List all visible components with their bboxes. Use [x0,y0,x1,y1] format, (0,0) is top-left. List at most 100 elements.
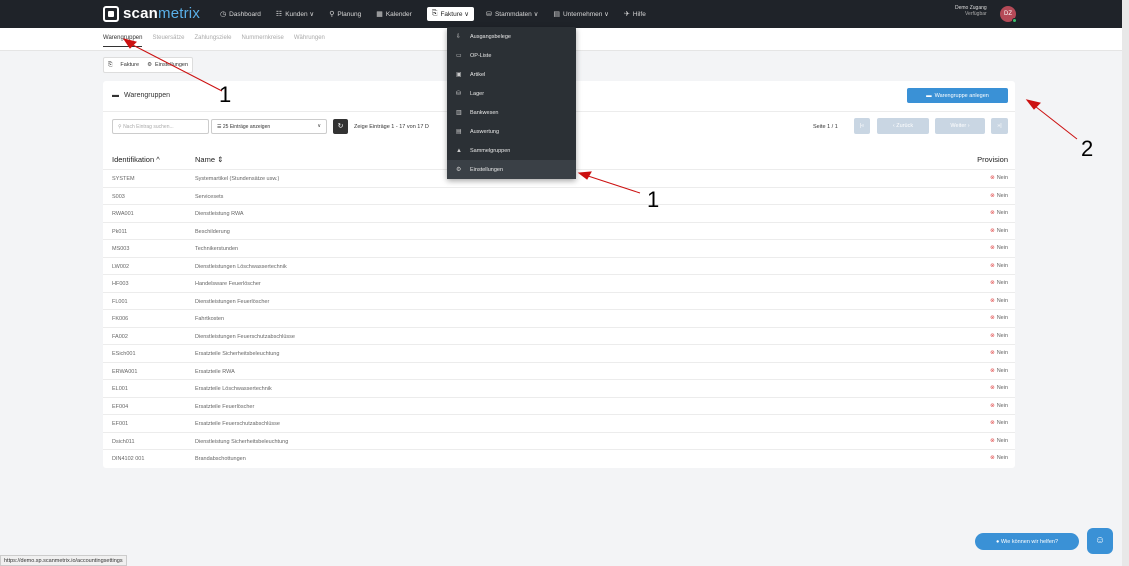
provision-value: Nein [996,210,1008,216]
table-row[interactable]: DIN4102 001 Brandabschottungen ⊗ Nein [103,449,1015,467]
table-row[interactable]: EF004 Ersatzteile Feuerlöscher ⊗ Nein [103,396,1015,415]
cell-id: Dsich011 [112,438,135,445]
cell-name: Ersatzteile Sicherheitsbeleuchtung [195,351,280,357]
x-circle-icon: ⊗ [990,420,995,426]
first-page-button[interactable]: |« [854,118,870,134]
chat-button[interactable]: ☺ [1087,528,1113,554]
tab-waehrungen[interactable]: Währungen [294,35,325,47]
nav-label: Dashboard [229,10,261,18]
next-page-button[interactable]: Weiter › [935,118,985,134]
breadcrumb: ⎘ Fakture ⚙ Einstellungen [103,57,194,73]
nav-stammdaten[interactable]: ⛁ Stammdaten ∨ [486,10,538,18]
menu-item-artikel[interactable]: ▣ Artikel [447,65,576,84]
scanmetrix-logo[interactable]: scanmetrix [103,5,200,22]
user-info[interactable]: Demo Zugang Verfügbar [955,5,987,17]
menu-item-einstellungen[interactable]: ⚙ Einstellungen [447,160,576,179]
entries-per-page-select[interactable]: ☰ 25 Einträge anzeigen ∨ [211,119,327,134]
help-chat-pill[interactable]: ● Wie können wir helfen? [975,533,1079,550]
main-nav: ◷ Dashboard ☷ Kunden ∨ ⚲ Planung ▦ Kalender … [220,7,661,21]
x-circle-icon: ⊗ [990,437,995,444]
cell-provision: ⊗ Nein [990,228,1008,234]
cell-provision: ⊗ Nein [990,280,1008,286]
nav-kunden[interactable]: ☷ Kunden ∨ [276,10,314,18]
tab-zahlungsziele[interactable]: Zahlungsziele [195,35,232,47]
nav-hilfe[interactable]: ✈ Hilfe [624,10,646,19]
table-row[interactable]: S003 Servicesets ⊗ Nein [103,186,1015,205]
provision-value: Nein [996,262,1008,269]
table-row[interactable]: FK006 Fahrtkosten ⊗ Nein [103,309,1015,327]
column-header-name[interactable]: Name ⇕ [195,155,223,164]
last-page-button[interactable]: »| [991,118,1008,134]
nav-planung[interactable]: ⚲ Planung [329,10,361,19]
group-icon: ▲ [456,147,462,154]
nav-unternehmen[interactable]: ▤ Unternehmen ∨ [553,10,609,18]
search-input[interactable]: ⚲ Nach Eintrag suchen... [112,119,209,134]
menu-item-lager[interactable]: ⛁ Lager [447,84,576,103]
annotation-arrow-3 [1030,102,1078,140]
cell-provision: ⊗ Nein [990,385,1008,391]
menu-item-auswertung[interactable]: ▤ Auswertung [447,122,576,141]
table-row[interactable]: Pk011 Beschilderung ⊗ Nein [103,221,1015,240]
cell-provision: ⊗ Nein [990,420,1008,426]
provision-value: Nein [996,455,1008,461]
breadcrumb-fakture[interactable]: Fakture [120,62,139,68]
calendar-icon: ▦ [376,11,383,18]
cell-name: Dienstleistungen Feuerlöscher [195,298,270,305]
table-row[interactable]: ESich001 Ersatzteile Sicherheitsbeleuchtu… [103,344,1015,362]
menu-item-sammelgruppen[interactable]: ▲ Sammelgruppen [447,141,576,160]
cell-name: Ersatzteile RWA [195,368,235,375]
tab-steuersaetze[interactable]: Steuersätze [152,35,184,47]
menu-item-op-liste[interactable]: ▭ OP-Liste [447,46,576,65]
cell-id: SYSTEM [112,176,135,182]
table-row[interactable]: ERWA001 Ersatzteile RWA ⊗ Nein [103,361,1015,380]
planning-icon: ⚲ [329,11,335,18]
invoice-icon: ⎘ [431,10,438,17]
table-row[interactable]: RWA001 Dienstleistung RWA ⊗ Nein [103,204,1015,222]
tab-warengruppen[interactable]: Warengruppen [103,35,143,47]
table-row[interactable]: LW002 Dienstleistungen Löschwassertechnik… [103,256,1015,275]
x-circle-icon: ⊗ [990,332,995,339]
folder-icon: ▬ [112,92,119,99]
cell-id: ESich001 [112,351,136,357]
provision-value: Nein [996,332,1008,339]
provision-value: Nein [996,175,1008,181]
online-status-dot [1012,18,1017,23]
entries-select-value: 25 Einträge anzeigen [222,124,271,130]
cell-provision: ⊗ Nein [990,403,1008,409]
table-row[interactable]: Dsich011 Dienstleistung Sicherheitsbeleuc… [103,431,1015,450]
provision-value: Nein [996,420,1008,426]
nav-fakture[interactable]: ⎘ Fakture ∨ [426,7,475,21]
prev-page-button[interactable]: ‹ Zurück [877,118,929,134]
table-row[interactable]: HF003 Handelsware Feuerlöscher ⊗ Nein [103,274,1015,292]
table-row[interactable]: EL001 Ersatzteile Löschwassertechnik ⊗ Nein [103,379,1015,397]
refresh-button[interactable]: ↻ [333,119,348,134]
column-header-id[interactable]: Identifikation ^ [112,155,160,164]
logo-text-accent: metrix [158,5,201,22]
menu-item-label: Einstellungen [470,166,504,173]
nav-kalender[interactable]: ▦ Kalender [376,10,412,19]
table-row[interactable]: MS003 Technikerstunden ⊗ Nein [103,239,1015,257]
cell-id: ERWA001 [112,368,138,375]
nav-label: Kunden ∨ [285,11,315,18]
create-warengruppe-button[interactable]: ▬ Warengruppe anlegen [907,88,1008,103]
menu-item-ausgangsbelege[interactable]: ⇩ Ausgangsbelege [447,27,576,46]
cell-name: Systemartikel (Stundensätze usw.) [195,176,280,182]
tab-nummernkreise[interactable]: Nummernkreise [242,35,284,47]
menu-item-bankwesen[interactable]: ▥ Bankwesen [447,103,576,122]
annotation-arrowhead-3 [1025,99,1041,110]
cell-provision: ⊗ Nein [990,193,1008,199]
x-circle-icon: ⊗ [990,350,995,356]
table-row[interactable]: EF001 Ersatzteile Feuerschutzabschlüsse ⊗ N… [103,414,1015,432]
chart-icon: ▤ [456,129,462,135]
cell-provision: ⊗ Nein [990,333,1008,339]
provision-value: Nein [996,227,1008,234]
users-icon: ☷ [275,11,283,18]
provision-value: Nein [996,245,1008,251]
cell-name: Brandabschottungen [195,456,246,462]
breadcrumb-einstellungen[interactable]: Einstellungen [155,62,188,68]
cell-id: EF004 [112,403,129,410]
table-row[interactable]: FL001 Dienstleistungen Feuerlöscher ⊗ Nein [103,291,1015,310]
nav-dashboard[interactable]: ◷ Dashboard [220,10,261,19]
table-row[interactable]: FA002 Dienstleistungen Feuerschutzabschlü… [103,326,1015,345]
page-scrollbar[interactable] [1122,0,1129,566]
